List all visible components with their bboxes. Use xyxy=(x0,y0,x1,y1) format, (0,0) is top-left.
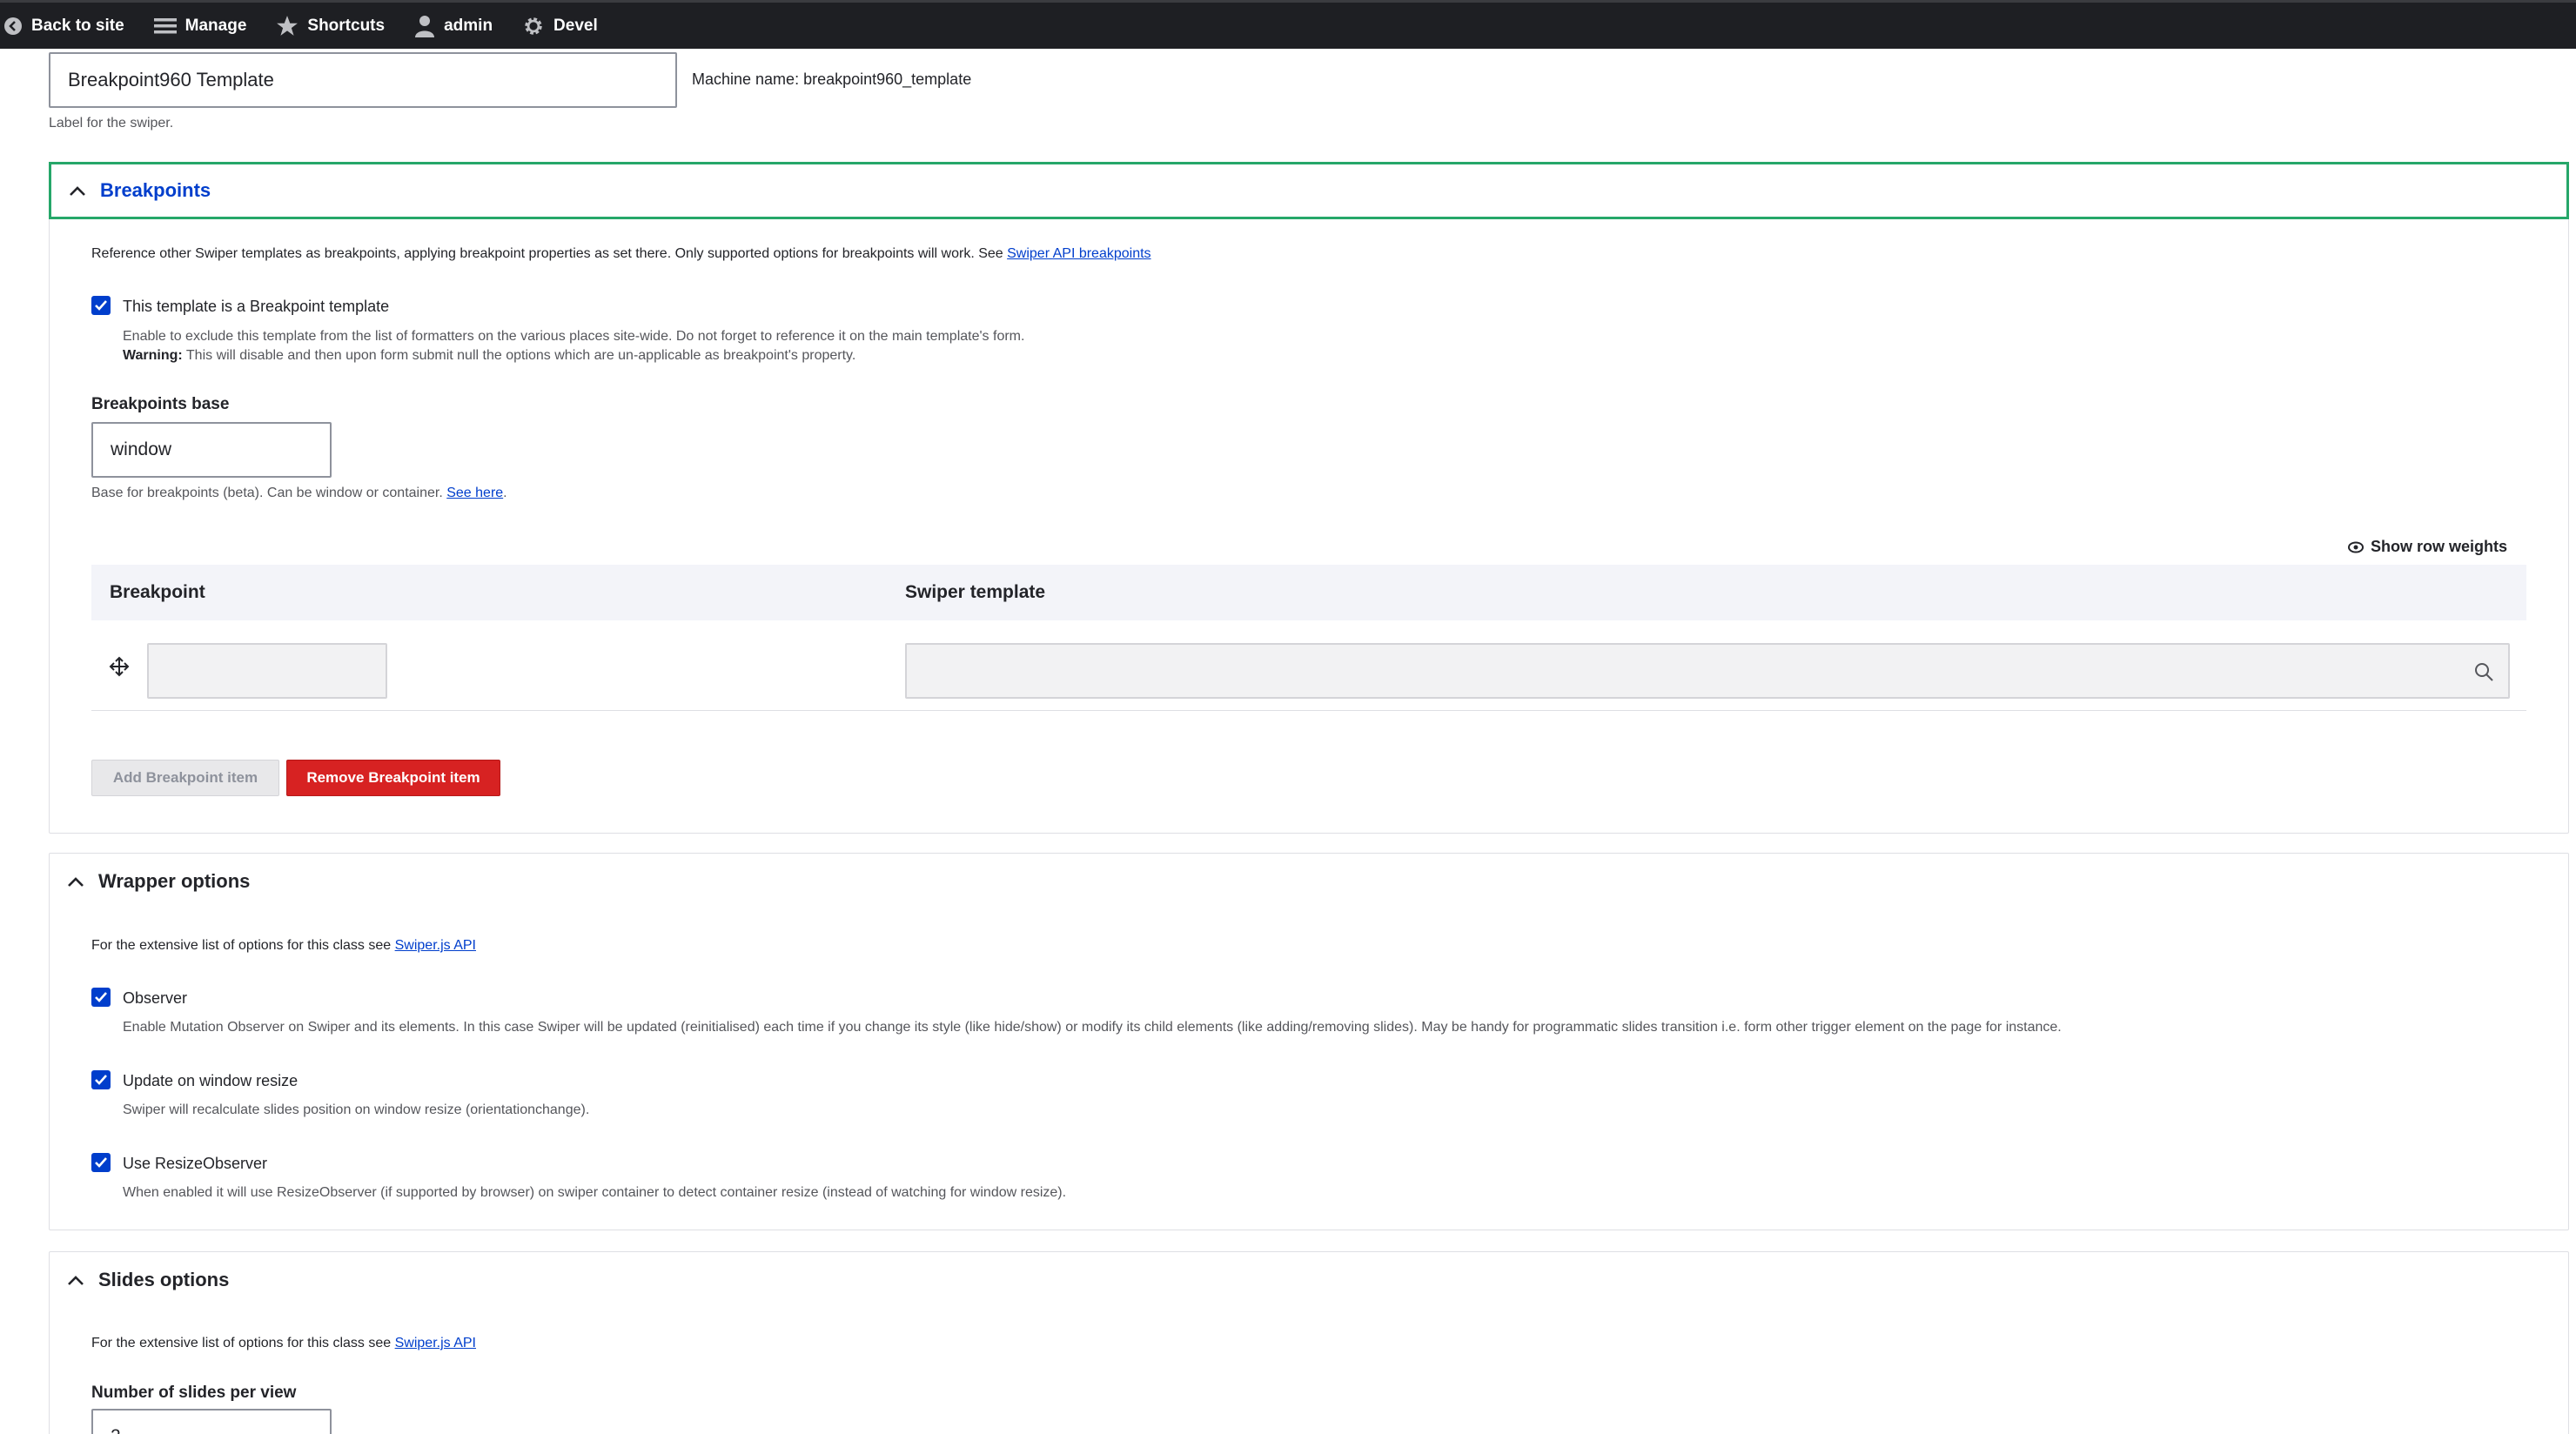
slides-intro: For the extensive list of options for th… xyxy=(91,1336,476,1351)
checkmark-icon xyxy=(95,1075,107,1085)
shortcuts-label: Shortcuts xyxy=(307,16,386,35)
breakpoint-template-checkbox[interactable] xyxy=(91,296,111,315)
observer-checkbox[interactable] xyxy=(91,988,111,1007)
eye-icon xyxy=(2348,541,2364,553)
breakpoints-table-header: Breakpoint Swiper template xyxy=(91,565,2526,620)
breakpoints-base-input[interactable] xyxy=(91,422,332,478)
breakpoints-base-desc-text: Base for breakpoints (beta). Can be wind… xyxy=(91,486,443,500)
column-breakpoint: Breakpoint xyxy=(110,582,205,602)
back-to-site-label: Back to site xyxy=(31,16,124,35)
user-icon xyxy=(415,15,435,37)
machine-name: Machine name: breakpoint960_template xyxy=(692,70,972,88)
back-to-site-link[interactable]: Back to site xyxy=(3,17,124,36)
wrapper-options-title: Wrapper options xyxy=(98,870,251,892)
label-input[interactable] xyxy=(49,52,677,108)
resize-observer-checkbox[interactable] xyxy=(91,1153,111,1172)
drag-handle-icon[interactable] xyxy=(109,656,130,677)
resize-observer-description: When enabled it will use ResizeObserver … xyxy=(123,1185,1067,1200)
update-on-resize-checkbox[interactable] xyxy=(91,1070,111,1089)
user-menu[interactable]: admin xyxy=(414,15,493,37)
swiper-js-api-link[interactable]: Swiper.js API xyxy=(395,938,476,953)
manage-menu[interactable]: Manage xyxy=(153,16,247,36)
admin-toolbar: Back to site Manage Shortcuts admin Deve… xyxy=(0,0,2576,49)
slides-options-summary[interactable]: Slides options xyxy=(50,1252,2568,1308)
wrapper-options-summary[interactable]: Wrapper options xyxy=(50,854,2568,909)
warning-label: Warning: xyxy=(123,348,183,363)
breakpoint-warning: Warning: This will disable and then upon… xyxy=(123,348,855,364)
label-description: Label for the swiper. xyxy=(49,116,174,131)
chevron-up-icon xyxy=(68,877,84,887)
column-swiper-template: Swiper template xyxy=(905,582,1046,602)
search-icon xyxy=(2475,663,2493,681)
chevron-up-icon xyxy=(68,1276,84,1285)
slides-per-view-input[interactable] xyxy=(91,1409,332,1434)
breakpoints-panel: Breakpoints Reference other Swiper templ… xyxy=(49,162,2569,834)
back-arrow-icon xyxy=(4,17,22,35)
wrapper-intro-text: For the extensive list of options for th… xyxy=(91,938,392,953)
checkmark-icon xyxy=(95,300,107,311)
checkmark-icon xyxy=(95,992,107,1002)
swiper-api-breakpoints-link[interactable]: Swiper API breakpoints xyxy=(1007,246,1150,261)
star-icon xyxy=(277,15,299,36)
slides-options-title: Slides options xyxy=(98,1269,230,1290)
slides-intro-text: For the extensive list of options for th… xyxy=(91,1336,392,1350)
warning-text: This will disable and then upon form sub… xyxy=(185,348,856,363)
breakpoints-intro-text: Reference other Swiper templates as brea… xyxy=(91,246,1003,261)
breakpoints-base-label: Breakpoints base xyxy=(91,395,230,413)
wrapper-options-panel: Wrapper options For the extensive list o… xyxy=(49,853,2569,1230)
observer-label: Observer xyxy=(123,989,188,1007)
wrapper-intro: For the extensive list of options for th… xyxy=(91,938,476,954)
breakpoints-summary[interactable]: Breakpoints xyxy=(49,162,2569,219)
breakpoints-base-description: Base for breakpoints (beta). Can be wind… xyxy=(91,486,507,500)
breakpoint-template-label: This template is a Breakpoint template xyxy=(123,298,390,315)
hamburger-icon xyxy=(153,17,177,33)
show-row-weights-label: Show row weights xyxy=(2371,538,2508,555)
update-on-resize-description: Swiper will recalculate slides position … xyxy=(123,1102,590,1117)
slides-options-panel: Slides options For the extensive list of… xyxy=(49,1251,2569,1434)
devel-label: Devel xyxy=(553,16,598,35)
breakpoints-title: Breakpoints xyxy=(100,179,211,201)
user-label: admin xyxy=(444,16,493,35)
devel-menu[interactable]: Devel xyxy=(522,15,598,37)
table-row xyxy=(91,620,2526,711)
show-row-weights-button[interactable]: Show row weights xyxy=(2348,538,2507,556)
slides-swiper-js-api-link[interactable]: Swiper.js API xyxy=(395,1336,476,1350)
add-breakpoint-item-button[interactable]: Add Breakpoint item xyxy=(91,760,279,796)
chevron-up-icon xyxy=(70,186,85,196)
resize-observer-label: Use ResizeObserver xyxy=(123,1155,268,1172)
remove-breakpoint-item-button[interactable]: Remove Breakpoint item xyxy=(286,760,500,796)
see-here-link[interactable]: See here xyxy=(446,486,503,500)
breakpoints-intro: Reference other Swiper templates as brea… xyxy=(91,246,1151,262)
checkmark-icon xyxy=(95,1157,107,1168)
breakpoint-template-description: Enable to exclude this template from the… xyxy=(123,329,1025,344)
gear-icon xyxy=(525,17,542,35)
slides-per-view-label: Number of slides per view xyxy=(91,1384,297,1402)
observer-description: Enable Mutation Observer on Swiper and i… xyxy=(123,1020,2062,1035)
manage-label: Manage xyxy=(184,16,247,35)
breakpoint-value-input[interactable] xyxy=(147,643,387,699)
swiper-template-autocomplete[interactable] xyxy=(905,643,2510,699)
update-on-resize-label: Update on window resize xyxy=(123,1072,299,1089)
shortcuts-menu[interactable]: Shortcuts xyxy=(276,15,385,37)
